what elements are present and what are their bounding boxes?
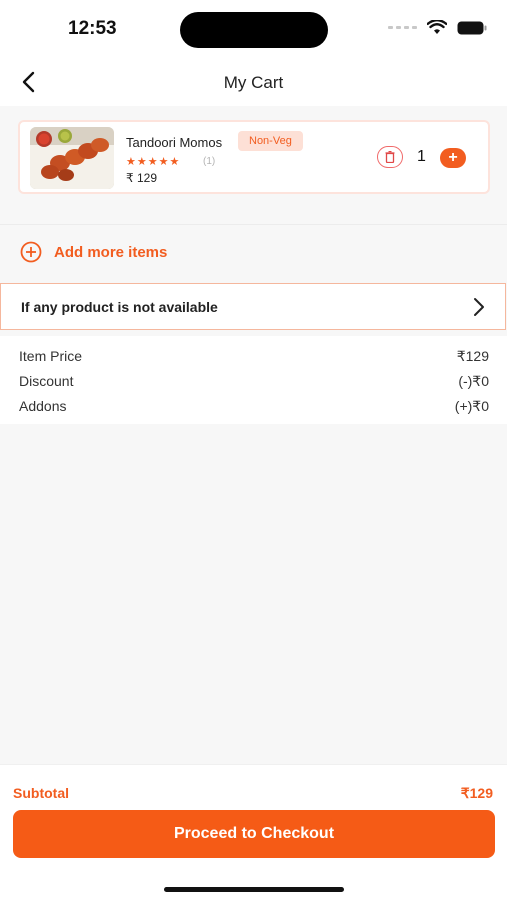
wifi-icon [427,20,447,34]
summary-value: ₹129 [456,348,489,364]
subtotal-value: ₹129 [460,785,493,801]
signal-icon [388,26,417,29]
summary-row-item-price: Item Price ₹129 [19,348,489,368]
item-name: Tandoori Momos [126,135,223,150]
review-count: (1) [203,156,216,167]
non-veg-badge: Non-Veg [238,131,303,151]
subtotal-label: Subtotal [13,785,69,801]
header: My Cart [0,58,507,106]
page-title: My Cart [223,73,284,92]
proceed-to-checkout-button[interactable]: Proceed to Checkout [13,810,495,858]
summary-row-discount: Discount (-)₹0 [19,373,489,393]
price-summary: Item Price ₹129 Discount (-)₹0 Addons (+… [0,336,507,424]
summary-value: (+)₹0 [454,398,489,414]
plus-circle-icon [20,241,42,263]
chevron-right-icon [474,298,484,316]
add-more-items-button[interactable]: Add more items [20,241,167,263]
summary-label: Addons [19,398,67,414]
momos-image [30,127,114,189]
summary-label: Discount [19,373,74,389]
status-icons [388,20,487,35]
summary-row-addons: Addons (+)₹0 [19,398,489,418]
increase-quantity-button[interactable]: + [440,148,466,168]
summary-value: (-)₹0 [458,373,489,389]
summary-label: Item Price [19,348,83,364]
cart-section: Tandoori Momos Non-Veg ★★★★★ (1) ₹ 129 1… [0,106,507,224]
delete-item-button[interactable] [377,146,403,168]
add-more-items-label: Add more items [54,243,168,261]
status-time: 12:53 [68,18,117,39]
product-availability-row[interactable]: If any product is not available [0,283,506,330]
item-image [30,127,114,189]
dynamic-island [180,12,328,48]
availability-label: If any product is not available [21,299,218,315]
battery-icon [457,21,487,34]
quantity-value: 1 [417,148,426,165]
home-indicator[interactable] [164,887,344,892]
rating-stars: ★★★★★ [126,156,181,168]
item-price: ₹ 129 [126,171,157,185]
trash-icon [385,151,395,163]
status-bar: 12:53 [0,0,507,58]
cart-item-card[interactable]: Tandoori Momos Non-Veg ★★★★★ (1) ₹ 129 1… [18,120,490,194]
add-more-section: Add more items [0,224,507,282]
checkout-footer: Subtotal ₹129 Proceed to Checkout [0,764,507,900]
